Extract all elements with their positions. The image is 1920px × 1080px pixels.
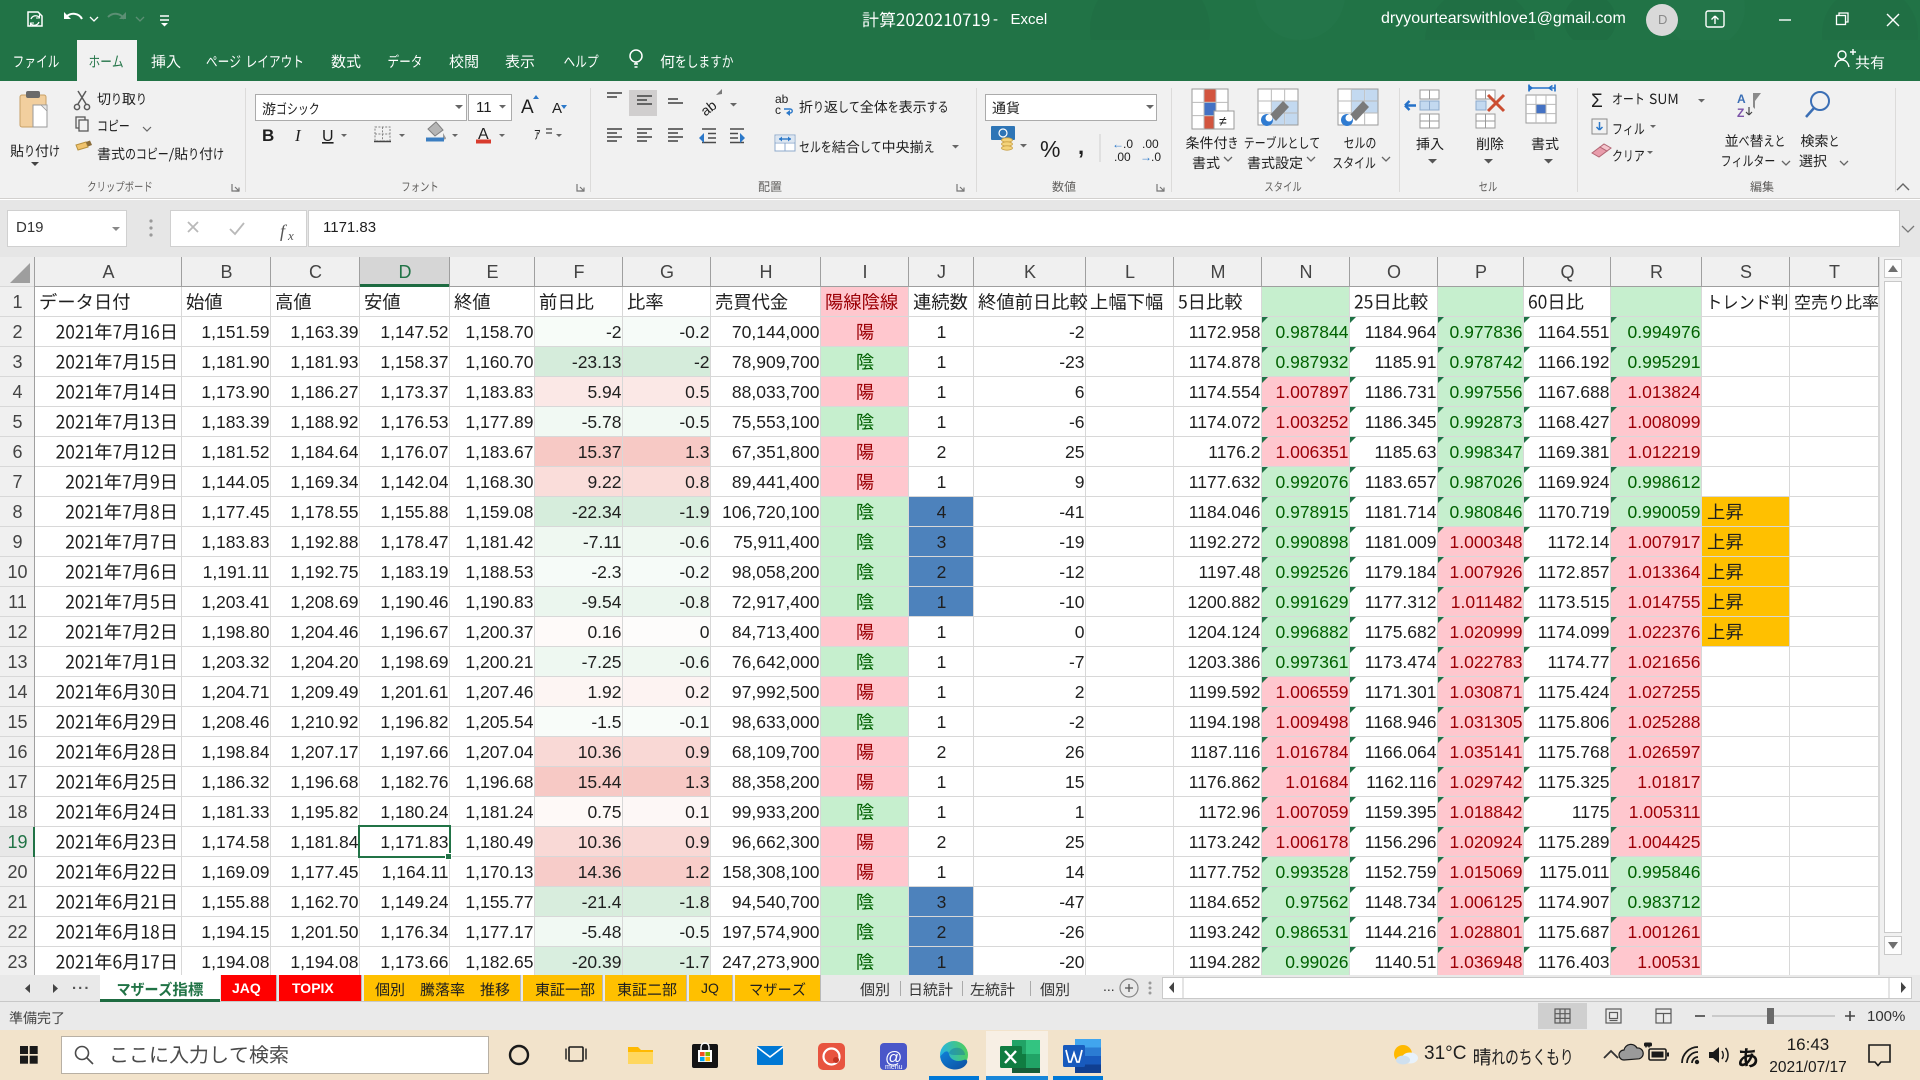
svg-text:menu: menu [885,1064,903,1071]
svg-text:.0: .0 [1123,137,1133,151]
svg-text:U: U [322,128,334,145]
svg-text:Σ: Σ [1591,91,1603,112]
svg-text:,: , [1078,134,1084,159]
svg-text:A: A [1737,92,1746,106]
svg-text:A: A [521,97,534,118]
svg-text:c: c [775,103,781,117]
svg-text:I: I [294,126,302,145]
svg-text:A: A [552,100,562,117]
svg-text:Z: Z [1737,106,1744,120]
svg-text:.00: .00 [1114,150,1131,164]
svg-text:.00: .00 [1142,137,1159,151]
svg-text:≠: ≠ [1219,113,1227,129]
svg-text:ab: ab [697,97,719,119]
svg-text:.0: .0 [1151,150,1161,164]
svg-text:ｱ: ｱ [534,127,541,142]
svg-text:x: x [287,228,294,243]
svg-text:f: f [280,221,288,241]
svg-text:%: % [1040,136,1060,162]
svg-text:B: B [262,126,274,145]
